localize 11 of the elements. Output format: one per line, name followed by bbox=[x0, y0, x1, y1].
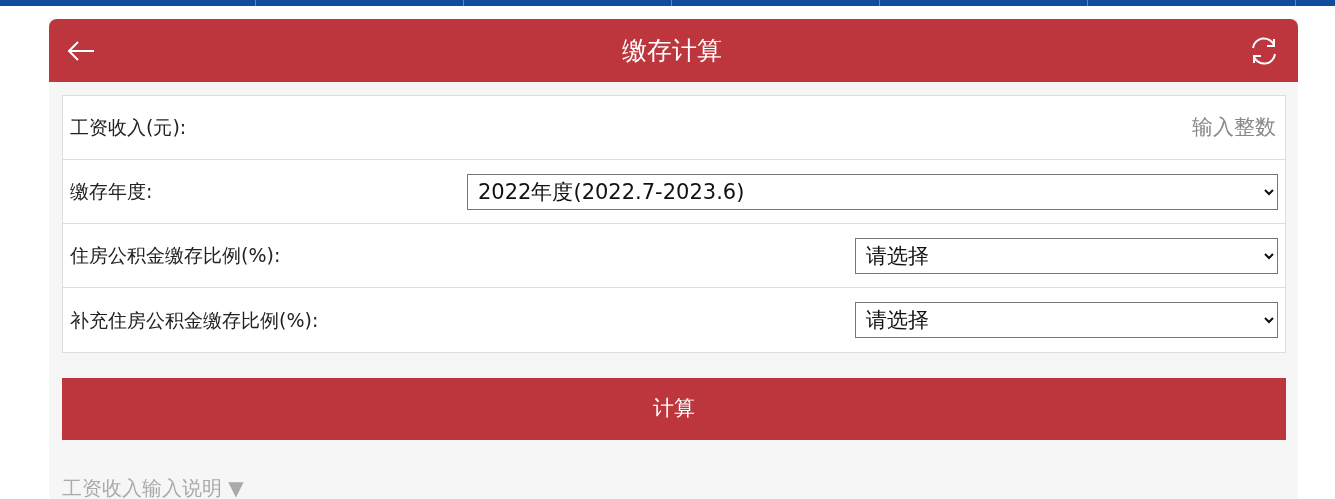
field-label: 工资收入(元): bbox=[70, 115, 187, 141]
field-label: 补充住房公积金缴存比例(%): bbox=[70, 307, 319, 333]
field-label: 住房公积金缴存比例(%): bbox=[70, 243, 281, 269]
page-title: 缴存计算 bbox=[621, 34, 722, 67]
input-field[interactable]: 输入整数 bbox=[186, 110, 1278, 145]
back-arrow-icon[interactable] bbox=[67, 39, 95, 62]
dropdown-select[interactable]: 2022年度(2022.7-2023.6) bbox=[467, 173, 1278, 210]
calculate-button[interactable]: 计算 bbox=[62, 378, 1286, 440]
dropdown-select[interactable]: 请选择 bbox=[855, 237, 1278, 274]
dropdown-select[interactable]: 请选择 bbox=[855, 302, 1278, 338]
field-label: 缴存年度: bbox=[70, 179, 153, 205]
